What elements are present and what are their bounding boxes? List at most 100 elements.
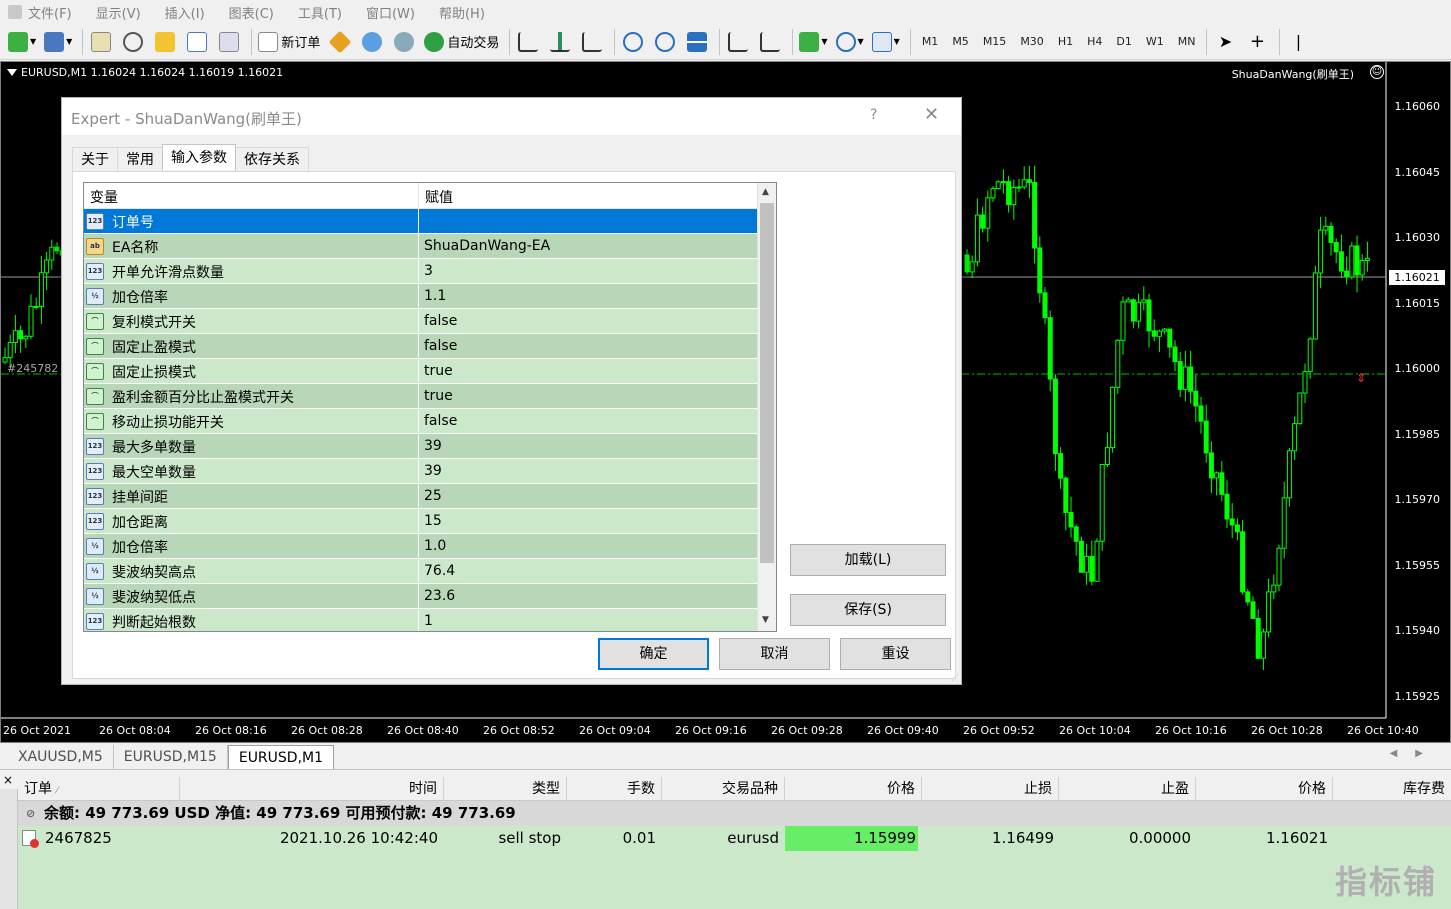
col-lots[interactable]: 手数 [567,777,662,801]
col-value[interactable]: 赋值 [419,183,755,209]
auto-scroll-button[interactable] [724,28,752,56]
auto-trading-button[interactable]: 自动交易 [422,28,501,56]
periods-button[interactable]: ▼ [834,28,866,56]
tab-dependencies[interactable]: 依存关系 [235,147,309,171]
candlestick-button[interactable] [546,28,574,56]
parameter-value[interactable]: 1.0 [421,534,446,559]
bar-chart-button[interactable] [514,28,542,56]
save-button[interactable]: 保存(S) [790,594,946,626]
parameter-row[interactable]: 123 订单号 [84,209,776,234]
parameter-row[interactable]: ⌒ 固定止盈模式 false [84,334,776,359]
col-current-price[interactable]: 价格 [1196,777,1333,801]
scrollbar[interactable]: ▲ ▼ [757,183,776,631]
close-icon[interactable]: × [3,773,13,787]
parameter-row[interactable]: 123 判断起始根数 1 [84,609,776,631]
ok-button[interactable]: 确定 [598,638,709,670]
parameter-value[interactable]: false [421,309,457,334]
strategy-tester-button[interactable] [215,28,243,56]
scrollbar-thumb[interactable] [760,203,774,563]
parameter-value[interactable]: true [421,359,453,384]
parameter-row[interactable]: ⌒ 盈利金额百分比止盈模式开关 true [84,384,776,409]
metaeditor-button[interactable] [326,28,354,56]
menu-insert[interactable]: 插入(I) [165,3,205,22]
timeframe-m5[interactable]: M5 [952,35,969,48]
indicators-button[interactable]: ▼ [797,28,829,56]
col-swap[interactable]: 库存费 [1333,777,1451,801]
parameter-row[interactable]: ⌒ 复利模式开关 false [84,309,776,334]
terminal-button[interactable] [183,28,211,56]
parameter-row[interactable]: 123 加仓距离 15 [84,509,776,534]
crosshair-button[interactable]: + [1243,28,1271,56]
parameter-row[interactable]: ½ 斐波纳契高点 76.4 [84,559,776,584]
tile-windows-button[interactable] [683,28,711,56]
load-button[interactable]: 加载(L) [790,544,946,576]
parameter-value[interactable]: false [421,409,457,434]
menu-charts[interactable]: 图表(C) [229,3,274,22]
parameter-value[interactable]: 3 [421,259,433,284]
parameter-row[interactable]: 123 挂单间距 25 [84,484,776,509]
menu-window[interactable]: 窗口(W) [366,3,415,22]
community-button[interactable] [358,28,386,56]
parameter-value[interactable]: ShuaDanWang-EA [421,234,550,259]
resize-grip-icon[interactable]: ⋰ [951,673,959,682]
menu-tools[interactable]: 工具(T) [298,3,342,22]
timeframe-m1[interactable]: M1 [922,35,939,48]
col-variable[interactable]: 变量 [84,183,419,209]
vertical-line-button[interactable]: | [1284,28,1312,56]
tab-about[interactable]: 关于 [72,147,118,171]
col-time[interactable]: 时间 [180,777,444,801]
parameter-value[interactable]: 1 [421,609,433,631]
timeframe-mn[interactable]: MN [1178,35,1196,48]
market-watch-button[interactable] [87,28,115,56]
reset-button[interactable]: 重设 [840,638,951,670]
parameter-value[interactable]: 76.4 [421,559,455,584]
col-order[interactable]: 订单 ⁄ [18,777,180,801]
parameter-row[interactable]: ⌒ 固定止损模式 true [84,359,776,384]
cancel-button[interactable]: 取消 [719,638,830,670]
close-icon[interactable]: ✕ [924,104,939,125]
navigator-button[interactable] [151,28,179,56]
cursor-button[interactable]: ➤ [1211,28,1239,56]
timeframe-h4[interactable]: H4 [1087,35,1102,48]
menu-help[interactable]: 帮助(H) [439,3,485,22]
parameter-value[interactable]: 25 [421,484,442,509]
chart-tab-xauusd-m5[interactable]: XAUUSD,M5 [8,745,114,769]
smiley-icon[interactable]: ☺ [1370,65,1384,79]
timeframe-m15[interactable]: M15 [983,35,1007,48]
parameter-value[interactable]: 39 [421,459,442,484]
col-type[interactable]: 类型 [444,777,567,801]
parameter-value[interactable]: false [421,334,457,359]
parameter-value[interactable]: 23.6 [421,584,455,609]
parameter-row[interactable]: ab EA名称 ShuaDanWang-EA [84,234,776,259]
parameter-value[interactable] [421,209,424,234]
signals-button[interactable] [390,28,418,56]
chevron-up-icon[interactable]: ▲ [762,187,769,197]
chart-tab-eurusd-m1[interactable]: EURUSD,M1 [227,745,335,769]
chart-shift-button[interactable] [756,28,784,56]
chevron-down-icon[interactable]: ▼ [762,615,769,625]
col-sl[interactable]: 止损 [922,777,1059,801]
parameter-row[interactable]: 123 最大多单数量 39 [84,434,776,459]
tab-scroll-arrows[interactable]: ◀▶ [1390,748,1441,759]
parameter-row[interactable]: ⌒ 移动止损功能开关 false [84,409,776,434]
chart-tab-eurusd-m15[interactable]: EURUSD,M15 [114,745,228,769]
col-tp[interactable]: 止盈 [1059,777,1196,801]
zoom-out-button[interactable] [651,28,679,56]
parameter-value[interactable]: 39 [421,434,442,459]
parameter-row[interactable]: 123 开单允许滑点数量 3 [84,259,776,284]
table-row[interactable]: 2467825 2021.10.26 10:42:40 sell stop 0.… [18,826,1451,851]
help-button[interactable]: ? [870,107,877,123]
zoom-in-button[interactable] [619,28,647,56]
data-window-button[interactable] [119,28,147,56]
tab-inputs[interactable]: 输入参数 [162,144,236,170]
parameter-row[interactable]: ½ 斐波纳契低点 23.6 [84,584,776,609]
parameter-value[interactable]: 15 [421,509,442,534]
parameter-value[interactable]: true [421,384,453,409]
menu-file[interactable]: 文件(F) [8,3,72,22]
timeframe-h1[interactable]: H1 [1058,35,1073,48]
timeframe-m30[interactable]: M30 [1020,35,1044,48]
profiles-button[interactable]: ▼ [42,28,74,56]
timeframe-d1[interactable]: D1 [1116,35,1131,48]
menu-view[interactable]: 显示(V) [96,3,141,22]
new-chart-button[interactable]: ▼ [6,28,38,56]
